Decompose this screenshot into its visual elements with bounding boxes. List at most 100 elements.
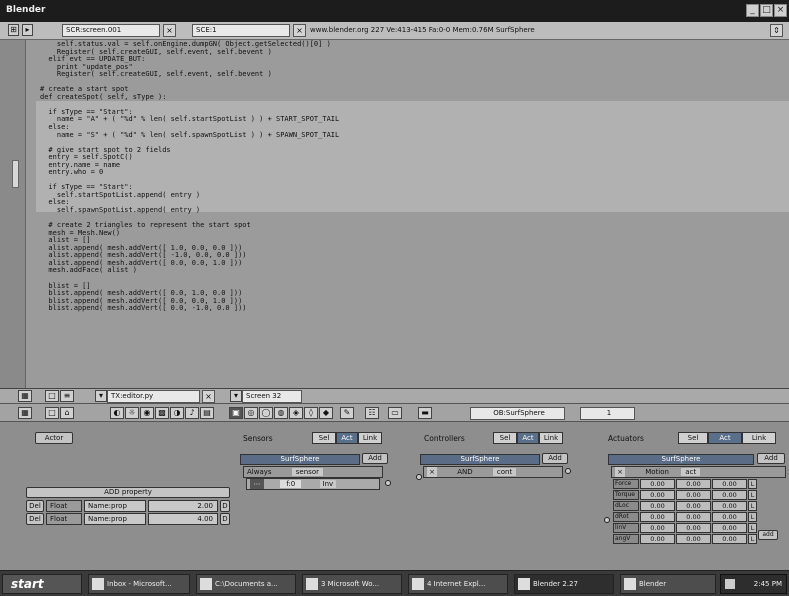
edit-icon[interactable]: ▤ [200,407,214,419]
motion-value-field[interactable]: 0.00 [676,501,711,511]
local-toggle[interactable]: L [748,479,757,489]
world-icon[interactable]: ◯ [259,407,273,419]
motion-value-field[interactable]: 0.00 [676,490,711,500]
controller-output-socket[interactable] [565,468,571,474]
property-value-field[interactable]: 4.00 [148,513,218,525]
minimize-button[interactable]: _ [746,4,759,17]
sensors-add-button[interactable]: Add [362,453,388,464]
line-numbers-toggle[interactable]: ≡ [60,390,74,402]
screen-delete-button[interactable]: × [163,24,176,37]
speaker-icon[interactable] [725,579,735,589]
code-line[interactable]: def createSpot( self, sType ): [40,93,339,102]
editor-scrollbar[interactable] [12,160,19,188]
actuator-type[interactable]: Motion [645,468,669,476]
sensors-sel-toggle[interactable]: Sel [312,432,336,444]
controller-type[interactable]: AND [457,468,472,476]
info-expand-button[interactable]: ⇕ [770,24,783,37]
motion-value-field[interactable]: 0.00 [640,534,675,544]
code-area[interactable]: self.status.val = self.onEngine.dumpGN( … [40,40,339,313]
property-name-field[interactable]: Name:prop [84,513,146,525]
property-debug-toggle[interactable]: D [220,513,230,525]
motion-value-field[interactable]: 0.00 [640,512,675,522]
sensors-link-toggle[interactable]: Link [358,432,382,444]
render-icon[interactable]: ▭ [388,407,402,419]
radio-icon[interactable]: ◍ [274,407,288,419]
local-toggle[interactable]: L [748,490,757,500]
local-toggle[interactable]: L [748,523,757,533]
screen-select[interactable]: SCR:screen.001 [62,24,160,37]
window-type-icon[interactable]: ⊞ [8,24,19,36]
text-file-field[interactable]: TX:editor.py [107,390,200,403]
motion-value-field[interactable]: 0.00 [640,479,675,489]
home-icon[interactable]: ⌂ [60,407,74,419]
motion-value-field[interactable]: 0.00 [712,490,747,500]
taskbar-item-blender-227[interactable]: Blender 2.27 [514,574,614,594]
controllers-link-toggle[interactable]: Link [539,432,563,444]
motion-value-field[interactable]: 0.00 [712,534,747,544]
motion-value-field[interactable]: 0.00 [640,490,675,500]
screen-number-field[interactable]: Screen 32 [242,390,302,403]
property-delete-button[interactable]: Del [26,513,44,525]
brush-icon[interactable]: ✎ [340,407,354,419]
motion-value-field[interactable]: 0.00 [712,501,747,511]
window-type-icon[interactable]: ▦ [18,390,32,402]
code-line[interactable]: blist.append( mesh.addVert([ 0.0, -1.0, … [40,305,339,313]
motion-value-field[interactable]: 0.00 [676,534,711,544]
motion-value-field[interactable]: 0.00 [712,512,747,522]
actuator-add-button[interactable]: add [758,530,778,540]
motion-value-field[interactable]: 0.00 [640,523,675,533]
material-icon[interactable]: ◉ [140,407,154,419]
actuator-delete-icon[interactable]: × [615,467,625,477]
sensor-link-socket[interactable] [385,480,391,486]
actor-button[interactable]: Actor [35,432,73,444]
pulse-toggle[interactable]: ⋯ [250,479,264,489]
code-line[interactable]: Register( self.createGUI, self.event, se… [40,71,339,79]
motion-value-field[interactable]: 0.00 [712,523,747,533]
sensor-type[interactable]: Always [247,468,272,476]
logic-icon[interactable]: ▣ [229,407,243,419]
actuator-name[interactable]: act [681,468,701,476]
motion-value-field[interactable]: 0.00 [676,512,711,522]
close-button[interactable]: × [774,4,787,17]
lamp-icon[interactable]: ☼ [125,407,139,419]
realtime-icon[interactable]: ♪ [185,407,199,419]
script-icon[interactable]: ◎ [244,407,258,419]
sensor-frequency-field[interactable]: f:0 [280,480,302,488]
code-line[interactable]: self.spawnSpotList.append( entry ) [40,206,339,215]
property-type-select[interactable]: Float [46,513,82,525]
property-value-field[interactable]: 2.00 [148,500,218,512]
controllers-act-toggle[interactable]: Act [517,432,539,444]
motion-value-field[interactable]: 0.00 [676,523,711,533]
local-toggle[interactable]: L [748,501,757,511]
taskbar-item-inbox[interactable]: Inbox - Microsoft... [88,574,190,594]
fullscreen-toggle[interactable]: □ [45,407,59,419]
texture-icon[interactable]: ▩ [155,407,169,419]
controllers-sel-toggle[interactable]: Sel [493,432,517,444]
code-line[interactable]: mesh.addFace( alist ) [40,267,339,275]
code-line[interactable]: entry.who = 0 [40,169,339,177]
sensor-name[interactable]: sensor [291,468,323,476]
actuators-add-button[interactable]: Add [757,453,785,464]
controller-delete-icon[interactable]: × [427,467,437,477]
screen-browse-button[interactable]: ▾ [230,390,242,402]
local-toggle[interactable]: L [748,512,757,522]
physics-icon[interactable]: ◊ [304,407,318,419]
code-line[interactable]: name = "S" + ( "%d" % len( self.spawnSpo… [40,131,339,140]
code-line[interactable]: name = "A" + ( "%d" % len( self.startSpo… [40,116,339,124]
property-delete-button[interactable]: Del [26,500,44,512]
property-type-select[interactable]: Float [46,500,82,512]
property-name-field[interactable]: Name:prop [84,500,146,512]
taskbar-item-ie[interactable]: 4 Internet Expl... [408,574,508,594]
text-unlink-button[interactable]: × [202,390,215,403]
sound-icon[interactable]: ◈ [289,407,303,419]
fullscreen-toggle[interactable]: □ [45,390,59,402]
scene-select[interactable]: SCE:1 [192,24,290,37]
start-button[interactable]: start [2,574,82,594]
motion-value-field[interactable]: 0.00 [676,479,711,489]
taskbar-item-documents[interactable]: C:\Documents a... [196,574,296,594]
motion-value-field[interactable]: 0.00 [712,479,747,489]
controller-input-socket[interactable] [416,474,422,480]
shading-icon[interactable]: ◆ [319,407,333,419]
object-name-field[interactable]: OB:SurfSphere [470,407,565,420]
code-line[interactable]: self.startSpotList.append( entry ) [40,191,339,200]
